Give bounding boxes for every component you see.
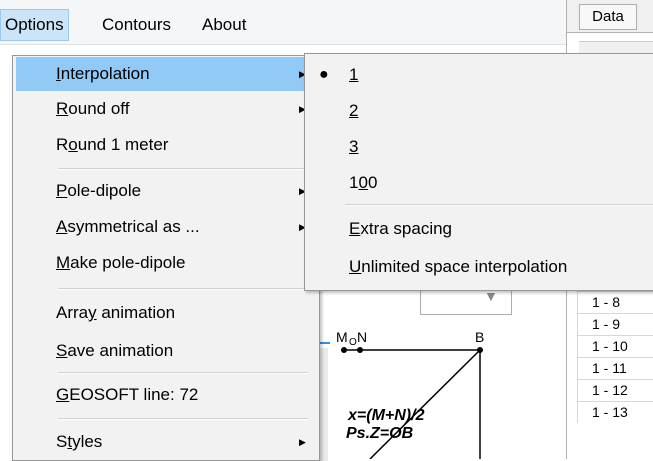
- submenu-item-1[interactable]: ● 1: [307, 58, 647, 92]
- triangle-right-icon: ▶: [299, 437, 306, 447]
- menu-item-label: Save animation: [56, 341, 174, 360]
- menu-about[interactable]: About: [198, 10, 250, 40]
- submenu-item-label: 3: [349, 137, 359, 156]
- table-row[interactable]: 1 - 12: [577, 379, 653, 401]
- table-row[interactable]: 1 - 13: [577, 401, 653, 423]
- label-b: B: [475, 329, 484, 345]
- submenu-item-label: Extra spacing: [349, 219, 453, 238]
- submenu-item-label: 2: [349, 101, 359, 120]
- menu-separator: [58, 288, 308, 290]
- menu-item-label: Round off: [56, 99, 130, 118]
- menu-item-label: Array animation: [56, 303, 176, 322]
- electrode-m: [341, 347, 347, 353]
- interpolation-submenu: ● 1 2 3 100 Extra spacing Unlimited spac…: [304, 53, 653, 291]
- menu-item-asymmetrical[interactable]: Asymmetrical as ... ▶: [16, 210, 316, 244]
- menu-bar: Options Contours About: [0, 0, 566, 45]
- submenu-item-unlimited-space-interpolation[interactable]: Unlimited space interpolation: [307, 250, 647, 284]
- menu-item-interpolation[interactable]: Interpolation ▶: [16, 57, 316, 91]
- data-table: 1 - 8 1 - 9 1 - 10 1 - 11 1 - 12 1 - 13: [577, 291, 653, 423]
- submenu-item-label: 100: [349, 173, 378, 192]
- menu-item-geosoft-line[interactable]: GEOSOFT line: 72: [16, 378, 316, 412]
- table-row[interactable]: 1 - 11: [577, 357, 653, 379]
- table-row[interactable]: 1 - 9: [577, 313, 653, 335]
- menu-item-round-off[interactable]: Round off ▶: [16, 92, 316, 126]
- submenu-item-label: Unlimited space interpolation: [349, 257, 568, 276]
- table-row[interactable]: 1 - 8: [577, 291, 653, 313]
- menu-contours[interactable]: Contours: [98, 10, 175, 40]
- menu-item-label: Asymmetrical as ...: [56, 217, 200, 236]
- table-row[interactable]: 1 - 10: [577, 335, 653, 357]
- submenu-item-extra-spacing[interactable]: Extra spacing: [307, 212, 647, 246]
- menu-separator: [58, 168, 308, 170]
- submenu-separator: [345, 204, 653, 206]
- electrode-diagram: M O N B x=(M+N)/2 Ps.Z=OB: [330, 320, 490, 459]
- menu-item-round-1-meter[interactable]: Round 1 meter: [16, 128, 316, 162]
- menu-item-save-animation[interactable]: Save animation: [16, 334, 316, 368]
- menu-separator: [58, 372, 308, 374]
- menu-item-label: Interpolation: [56, 64, 150, 83]
- electrode-n: [357, 347, 363, 353]
- data-tab-bar: Data: [566, 0, 653, 33]
- bullet-icon: ●: [319, 66, 329, 83]
- menu-item-label: Pole-dipole: [56, 181, 142, 200]
- menu-item-label: Styles: [56, 432, 103, 451]
- submenu-item-3[interactable]: 3: [307, 130, 647, 164]
- submenu-item-2[interactable]: 2: [307, 94, 647, 128]
- label-m: M: [336, 329, 348, 345]
- options-menu: Interpolation ▶ Round off ▶ Round 1 mete…: [12, 55, 320, 461]
- submenu-item-100[interactable]: 100: [307, 166, 647, 200]
- tab-data[interactable]: Data: [579, 4, 637, 30]
- menu-item-make-pole-dipole[interactable]: Make pole-dipole: [16, 246, 316, 280]
- formula-x: x=(M+N)/2: [347, 407, 425, 424]
- combo-box[interactable]: [420, 290, 512, 315]
- label-o: O: [349, 337, 357, 348]
- menu-item-styles[interactable]: Styles ▶: [16, 425, 316, 459]
- canvas-area: ▼ M O N B x=(M+N)/2 Ps.Z=OB: [308, 288, 566, 461]
- menu-item-label: Round 1 meter: [56, 135, 169, 154]
- menu-item-label: GEOSOFT line: 72: [56, 385, 199, 404]
- menu-item-pole-dipole[interactable]: Pole-dipole ▶: [16, 174, 316, 208]
- menu-separator: [58, 418, 308, 420]
- diagonal-line: [369, 349, 481, 459]
- menu-item-label: Make pole-dipole: [56, 253, 186, 272]
- submenu-item-label: 1: [349, 65, 359, 84]
- menu-item-array-animation[interactable]: Array animation: [16, 296, 316, 330]
- electrode-b: [477, 347, 483, 353]
- label-n: N: [357, 329, 367, 345]
- formula-z: Ps.Z=OB: [346, 425, 413, 442]
- menu-options[interactable]: Options: [0, 9, 69, 41]
